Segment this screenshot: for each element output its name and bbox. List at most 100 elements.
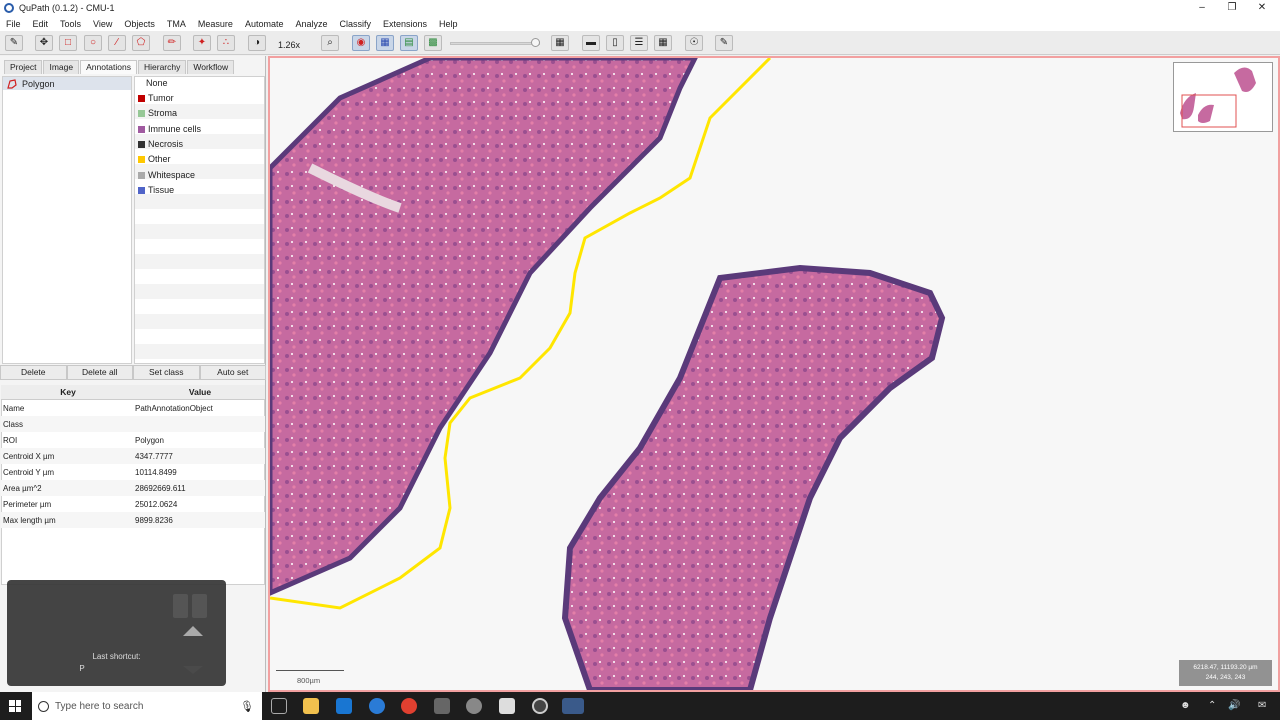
class-item-other[interactable]: Other xyxy=(136,152,171,166)
measurement-table-icon[interactable]: ☰ xyxy=(630,35,648,51)
coords-pixel-value: 244, 243, 243 xyxy=(1205,674,1246,681)
app-icon[interactable] xyxy=(532,698,548,714)
pixel-classifier-icon[interactable]: ▦ xyxy=(551,35,569,51)
edge-icon[interactable] xyxy=(369,698,385,714)
line-tool-icon[interactable]: ∕ xyxy=(108,35,126,51)
menu-edit[interactable]: Edit xyxy=(27,19,55,29)
delete-button[interactable]: Delete xyxy=(0,365,67,380)
show-detections-icon[interactable]: ▤ xyxy=(400,35,418,51)
auto-set-button[interactable]: Auto set xyxy=(199,365,266,380)
points-tool-icon[interactable]: ∴ xyxy=(217,35,235,51)
polygon-tool-icon[interactable]: ⬠ xyxy=(132,35,150,51)
ellipse-tool-icon[interactable]: ○ xyxy=(84,35,102,51)
menu-extensions[interactable]: Extensions xyxy=(377,19,433,29)
close-button[interactable]: ✕ xyxy=(1247,0,1277,16)
settings-app-icon[interactable] xyxy=(466,698,482,714)
class-label: Whitespace xyxy=(148,170,196,180)
tray-chevron-icon[interactable]: ⌃ xyxy=(1208,700,1216,711)
menu-objects[interactable]: Objects xyxy=(118,19,161,29)
microphone-icon[interactable]: 🎙 xyxy=(240,700,254,713)
menu-tma[interactable]: TMA xyxy=(161,19,192,29)
menu-automate[interactable]: Automate xyxy=(239,19,290,29)
set-class-button[interactable]: Set class xyxy=(133,365,200,380)
script-icon[interactable]: ✎ xyxy=(715,35,733,51)
annotation-list[interactable] xyxy=(2,76,132,364)
table-row[interactable]: Area µm^2 28692669.611 xyxy=(1,480,265,496)
class-item-tumor[interactable]: Tumor xyxy=(136,91,174,105)
wand-tool-icon[interactable]: ✦ xyxy=(193,35,211,51)
fill-detections-icon[interactable]: ▩ xyxy=(424,35,442,51)
table-row[interactable]: Perimeter µm 25012.0624 xyxy=(1,496,265,512)
class-label: Necrosis xyxy=(148,139,184,149)
settings-icon[interactable]: ☉ xyxy=(685,35,703,51)
class-item-tissue[interactable]: Tissue xyxy=(136,183,174,197)
toolbar: ✎ ✥ □ ○ ∕ ⬠ ✏ ✦ ∴ ◑ ⌕ ◉ ▦ ▤ ▩ ▦ ▬ ▯ ☰ ▦ … xyxy=(0,31,1280,55)
table-row[interactable]: Class xyxy=(1,416,265,432)
start-icon[interactable] xyxy=(9,700,21,712)
menu-view[interactable]: View xyxy=(87,19,118,29)
table-row[interactable]: ROI Polygon xyxy=(1,432,265,448)
tab-workflow[interactable]: Workflow xyxy=(187,60,235,74)
taskbar-search[interactable]: Type here to search 🎙 xyxy=(32,692,262,720)
class-label: Stroma xyxy=(148,108,178,118)
list-item[interactable]: Polygon xyxy=(3,77,131,90)
class-item-whitespace[interactable]: Whitespace xyxy=(136,168,195,182)
tab-hierarchy[interactable]: Hierarchy xyxy=(138,60,187,74)
minimize-button[interactable]: – xyxy=(1187,0,1217,16)
table-row[interactable]: Max length µm 9899.8236 xyxy=(1,512,265,528)
class-label: None xyxy=(146,78,168,88)
menu-file[interactable]: File xyxy=(0,19,27,29)
volume-icon[interactable]: 🔊 xyxy=(1228,700,1240,711)
class-item-stroma[interactable]: Stroma xyxy=(136,106,177,120)
move-tool-icon[interactable]: ✎ xyxy=(5,35,23,51)
cursor-coordinates: 6218.47, 11193.20 µm 244, 243, 243 xyxy=(1179,660,1272,686)
opacity-slider[interactable] xyxy=(450,42,540,45)
overlay-icon[interactable]: ▬ xyxy=(582,35,600,51)
overview-thumbnail[interactable] xyxy=(1173,62,1273,132)
brightness-contrast-icon[interactable]: ◑ xyxy=(248,35,266,51)
notifications-icon[interactable]: ✉ xyxy=(1258,700,1266,711)
file-explorer-icon[interactable] xyxy=(303,698,319,714)
class-color-swatch xyxy=(138,186,145,194)
delete-all-button[interactable]: Delete all xyxy=(66,365,133,380)
class-color-swatch xyxy=(138,94,145,102)
table-row[interactable]: Centroid X µm 4347.7777 xyxy=(1,448,265,464)
brush-tool-icon[interactable]: ✏ xyxy=(163,35,181,51)
menu-tools[interactable]: Tools xyxy=(54,19,87,29)
people-icon[interactable]: ☻ xyxy=(1180,700,1191,711)
restore-button[interactable]: ❐ xyxy=(1217,0,1247,16)
measurement-map-icon[interactable]: ▯ xyxy=(606,35,624,51)
table-row[interactable]: Centroid Y µm 10114.8499 xyxy=(1,464,265,480)
class-color-swatch xyxy=(138,140,145,148)
class-item-immune-cells[interactable]: Immune cells xyxy=(136,122,201,136)
task-view-icon[interactable] xyxy=(271,698,287,714)
class-item-necrosis[interactable]: Necrosis xyxy=(136,137,183,151)
chrome-icon[interactable] xyxy=(401,698,417,714)
outlook-icon[interactable] xyxy=(336,698,352,714)
table-row[interactable]: Name PathAnnotationObject xyxy=(1,400,265,416)
window-title: QuPath (0.1.2) - CMU-1 xyxy=(19,3,115,13)
show-tma-grid-icon[interactable]: ▦ xyxy=(376,35,394,51)
menu-measure[interactable]: Measure xyxy=(192,19,239,29)
menu-help[interactable]: Help xyxy=(433,19,464,29)
app-icon[interactable] xyxy=(434,698,450,714)
tab-project[interactable]: Project xyxy=(4,60,43,74)
menu-analyze[interactable]: Analyze xyxy=(289,19,333,29)
tab-annotations[interactable]: Annotations xyxy=(80,60,137,74)
rectangle-tool-icon[interactable]: □ xyxy=(59,35,77,51)
menu-classify[interactable]: Classify xyxy=(334,19,378,29)
mouse-button-left-icon xyxy=(173,594,188,618)
tab-image[interactable]: Image xyxy=(43,60,80,74)
show-annotations-icon[interactable]: ◉ xyxy=(352,35,370,51)
zoom-to-fit-icon[interactable]: ⌕ xyxy=(321,35,339,51)
value-header: Value xyxy=(188,387,212,397)
qupath-taskbar-icon[interactable] xyxy=(562,698,584,714)
grid-icon[interactable]: ▦ xyxy=(654,35,672,51)
pan-tool-icon[interactable]: ✥ xyxy=(35,35,53,51)
image-viewer[interactable] xyxy=(268,56,1280,692)
class-item-none[interactable]: None xyxy=(146,76,168,90)
mail-icon[interactable] xyxy=(499,698,515,714)
opacity-slider-handle[interactable] xyxy=(531,38,540,47)
arrow-up-icon xyxy=(183,626,203,636)
coords-position: 6218.47, 11193.20 µm xyxy=(1193,664,1258,671)
